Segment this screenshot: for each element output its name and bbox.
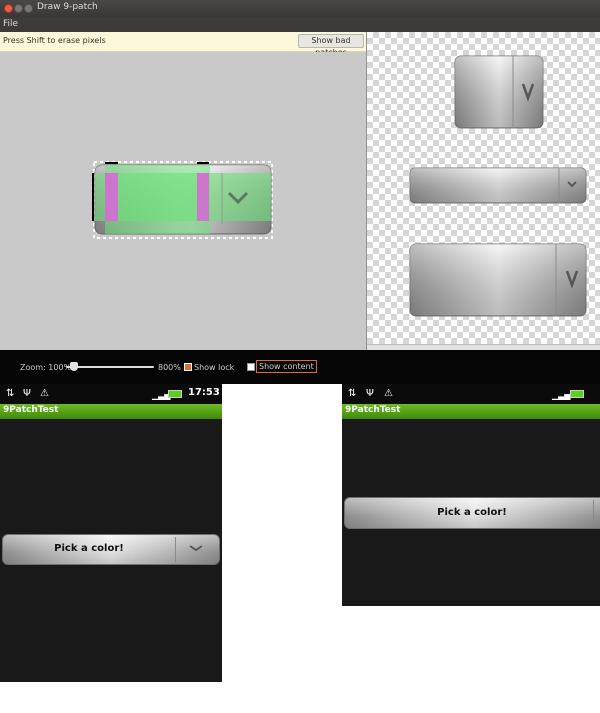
- show-lock-label[interactable]: Show lock: [194, 363, 234, 372]
- fixed-region-right: [197, 173, 209, 221]
- sync-icon: ⇅: [6, 388, 15, 399]
- preview-pane: [367, 32, 600, 350]
- warning-icon: ⚠: [40, 388, 49, 399]
- fixed-region-left: [105, 173, 118, 221]
- zoom-max-label: 800%: [158, 363, 181, 372]
- app-title-bar: 9PatchTest: [0, 404, 222, 419]
- preview-square: [454, 55, 544, 129]
- show-content-checkbox[interactable]: [247, 363, 255, 371]
- warning-icon: ⚠: [384, 388, 393, 399]
- phone-screen-1: ⇅ Ψ ⚠ ▁▃▅ 17:53 9PatchTest Pick a color!: [0, 384, 222, 682]
- patch-editor-canvas[interactable]: [0, 52, 366, 350]
- zoom-label: Zoom: 100%: [20, 363, 72, 372]
- pick-color-button[interactable]: Pick a color!: [2, 534, 220, 565]
- preview-drawing: [409, 55, 587, 317]
- app-title: 9PatchTest: [3, 405, 59, 415]
- show-lock-checkbox[interactable]: [184, 363, 192, 371]
- hint-text: Press Shift to erase pixels: [3, 36, 106, 45]
- zoom-slider-track[interactable]: [66, 366, 154, 368]
- maximize-window-button[interactable]: [24, 4, 33, 13]
- show-bad-patches-button[interactable]: Show bad patches: [298, 34, 364, 57]
- zoom-slider-thumb[interactable]: [70, 362, 78, 371]
- button-divider: [593, 500, 594, 526]
- menu-file[interactable]: File: [3, 19, 18, 29]
- phone-screen-2: ⇅ Ψ ⚠ ▁▃▅ 9PatchTest Pick a color!: [342, 384, 600, 606]
- pick-color-label: Pick a color!: [437, 507, 507, 518]
- minimize-window-button[interactable]: [14, 4, 23, 13]
- close-window-button[interactable]: [4, 4, 13, 13]
- pick-color-button[interactable]: Pick a color!: [344, 497, 600, 529]
- show-content-label[interactable]: Show content: [256, 360, 317, 373]
- signal-icon: ▁▃▅: [552, 391, 571, 400]
- controls-bar: Zoom: 100% 800% Show lock Show content: [0, 350, 600, 384]
- usb-icon: Ψ: [23, 388, 31, 399]
- battery-icon: [570, 390, 584, 398]
- preview-wide: [409, 167, 587, 204]
- title-bar: Draw 9-patch: [0, 0, 600, 17]
- status-bar: ⇅ Ψ ⚠ ▁▃▅: [342, 384, 600, 404]
- ninepatch-drawing[interactable]: [0, 52, 366, 350]
- hint-bar: Press Shift to erase pixels Show bad pat…: [0, 32, 366, 57]
- vertical-stretch-region: [105, 165, 210, 234]
- app-title-bar: 9PatchTest: [342, 404, 600, 419]
- usb-icon: Ψ: [366, 388, 374, 399]
- draw-9patch-window: Draw 9-patch File Press Shift to erase p…: [0, 0, 600, 384]
- menu-bar: File: [0, 17, 600, 32]
- app-title: 9PatchTest: [345, 405, 401, 415]
- battery-icon: [168, 390, 182, 398]
- preview-large: [409, 243, 587, 317]
- status-clock: 17:53: [188, 387, 220, 398]
- window-title: Draw 9-patch: [37, 2, 98, 12]
- chevron-down-icon: [189, 545, 203, 552]
- pick-color-label: Pick a color!: [54, 543, 124, 554]
- sync-icon: ⇅: [348, 388, 357, 399]
- status-bar: ⇅ Ψ ⚠ ▁▃▅ 17:53: [0, 384, 222, 404]
- button-divider: [175, 537, 176, 562]
